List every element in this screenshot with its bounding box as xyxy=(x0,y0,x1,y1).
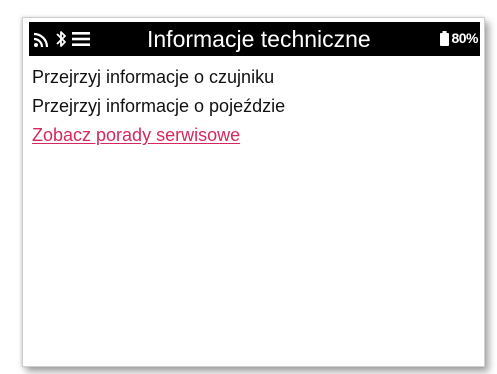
menu-item-vehicle-info[interactable]: Przejrzyj informacje o pojeździe xyxy=(32,92,462,121)
menu-icon[interactable] xyxy=(72,31,90,47)
battery-indicator: 80% xyxy=(440,30,478,46)
status-icons xyxy=(33,27,90,51)
menu-list: Przejrzyj informacje o czujniku Przejrzy… xyxy=(32,63,462,150)
bluetooth-icon xyxy=(56,29,67,49)
battery-icon xyxy=(440,30,450,46)
device-screen: Informacje techniczne 80% Przejrzyj info… xyxy=(22,17,485,367)
menu-item-sensor-info[interactable]: Przejrzyj informacje o czujniku xyxy=(32,63,462,92)
page-title: Informacje techniczne xyxy=(147,26,371,52)
battery-percent: 80% xyxy=(451,30,478,46)
wireless-icon xyxy=(33,30,51,48)
menu-item-service-tips[interactable]: Zobacz porady serwisowe xyxy=(32,121,462,150)
header-bar: Informacje techniczne 80% xyxy=(29,22,480,56)
